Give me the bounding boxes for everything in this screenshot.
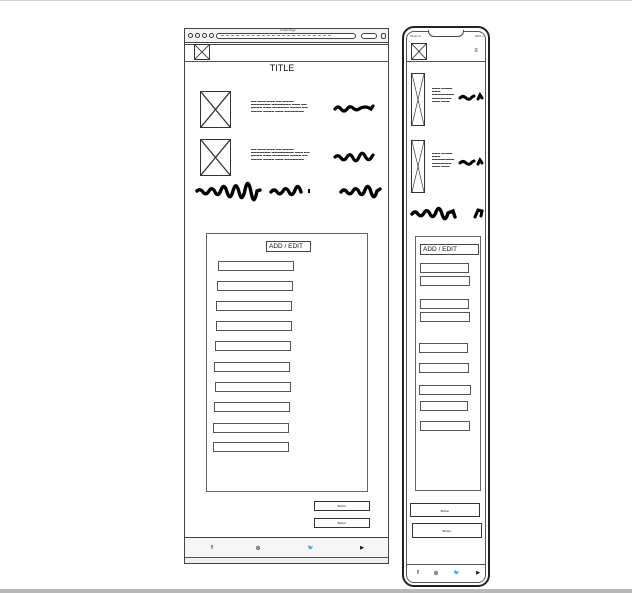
- scribble-text: [473, 207, 485, 219]
- top-divider: [0, 0, 632, 1]
- form-input[interactable]: [218, 261, 294, 271]
- status-battery: 100% ▭: [474, 35, 484, 38]
- browser-chrome: Fooki Page: [185, 28, 388, 43]
- mobile-footer-divider: [407, 564, 485, 565]
- form-input[interactable]: [420, 299, 469, 309]
- item-action-scribble[interactable]: [458, 92, 484, 102]
- item-image-placeholder-icon: [200, 139, 231, 176]
- home-icon[interactable]: [209, 33, 214, 38]
- menu-icon[interactable]: [381, 33, 386, 39]
- cancel-button[interactable]: Button: [314, 518, 370, 528]
- form-input[interactable]: [420, 263, 469, 273]
- item-action-scribble[interactable]: [333, 151, 375, 163]
- form-input[interactable]: [214, 362, 290, 372]
- form-input[interactable]: [419, 343, 468, 353]
- cancel-button[interactable]: Button: [412, 523, 482, 538]
- youtube-icon[interactable]: ▶: [358, 545, 366, 551]
- form-input[interactable]: [420, 421, 470, 431]
- scribble-dot: [308, 189, 310, 193]
- form-input[interactable]: [420, 401, 468, 411]
- logo-image-placeholder-icon: [194, 44, 210, 60]
- item-image-placeholder-icon: [200, 91, 231, 128]
- submit-button[interactable]: Button: [410, 503, 480, 517]
- page-title: TITLE: [269, 63, 295, 73]
- facebook-icon[interactable]: f: [208, 545, 216, 551]
- item-image-placeholder-icon: [411, 140, 425, 193]
- item-description: ▬▬ ▬▬▬ ▬▬▬ ▬▬ ▬▬▬▬ ▬▬▬▬▬▬▬ ▬▬▬▬▬▬▬ ▬▬▬ ▬…: [251, 100, 308, 113]
- desktop-footer: f ◎ 🐦 ▶: [185, 537, 388, 557]
- submit-button[interactable]: Button: [314, 501, 370, 511]
- status-carrier: Carrier ⁂: [410, 35, 421, 38]
- form-input[interactable]: [213, 423, 289, 433]
- address-bar[interactable]: [216, 33, 356, 39]
- logo-image-placeholder-icon: [411, 43, 427, 60]
- panel-title: ADD / EDIT: [266, 241, 311, 252]
- item-action-scribble[interactable]: [458, 157, 484, 167]
- form-input[interactable]: [215, 341, 291, 351]
- form-input[interactable]: [213, 442, 289, 452]
- form-input[interactable]: [419, 385, 471, 395]
- back-icon[interactable]: [188, 33, 193, 38]
- hamburger-menu-icon[interactable]: ≡: [473, 48, 479, 55]
- close-icon[interactable]: [202, 33, 207, 38]
- instagram-icon[interactable]: ◎: [254, 545, 262, 551]
- panel-title: ADD / EDIT: [420, 244, 479, 255]
- youtube-icon[interactable]: ▶: [474, 570, 482, 576]
- scribble-text: [195, 181, 262, 202]
- form-input[interactable]: [217, 281, 293, 291]
- item-image-placeholder-icon: [411, 73, 425, 126]
- horizontal-scrollbar[interactable]: [185, 557, 388, 563]
- item-description: ▬▬ ▬▬▬ ▬▬▬ ▬▬ ▬▬▬▬ ▬▬▬▬▬▬▬ ▬▬▬▬▬▬▬▬ ▬▬▬ …: [251, 148, 310, 161]
- scribble-text: [269, 184, 304, 197]
- form-input[interactable]: [420, 276, 470, 286]
- bottom-divider: [0, 589, 632, 593]
- form-input[interactable]: [419, 363, 469, 373]
- item-action-scribble[interactable]: [333, 103, 375, 113]
- form-input[interactable]: [214, 402, 290, 412]
- twitter-icon[interactable]: 🐦: [307, 545, 315, 551]
- search-field[interactable]: [361, 33, 377, 39]
- form-input[interactable]: [216, 321, 292, 331]
- item-description: ▬▬▬ ▬▬▬▬ ▬▬▬ ▬▬▬▬▬▬▬▬ ▬▬▬▬▬▬▬ ▬▬▬ ▬▬▬: [432, 87, 455, 103]
- form-input[interactable]: [420, 312, 470, 322]
- forward-icon[interactable]: [195, 33, 200, 38]
- facebook-icon[interactable]: f: [414, 570, 422, 576]
- phone-notch: [428, 30, 464, 37]
- form-input[interactable]: [216, 301, 292, 311]
- twitter-icon[interactable]: 🐦: [453, 570, 461, 576]
- item-description: ▬▬▬ ▬▬▬▬ ▬▬▬ ▬▬▬▬▬▬▬▬ ▬▬▬▬▬▬▬ ▬▬▬ ▬▬▬: [432, 152, 455, 168]
- scribble-text: [410, 206, 457, 221]
- scribble-text: [339, 184, 382, 199]
- instagram-icon[interactable]: ◎: [432, 570, 440, 576]
- nav-divider: [185, 44, 388, 45]
- form-input[interactable]: [215, 382, 291, 392]
- mobile-header-divider: [407, 61, 485, 62]
